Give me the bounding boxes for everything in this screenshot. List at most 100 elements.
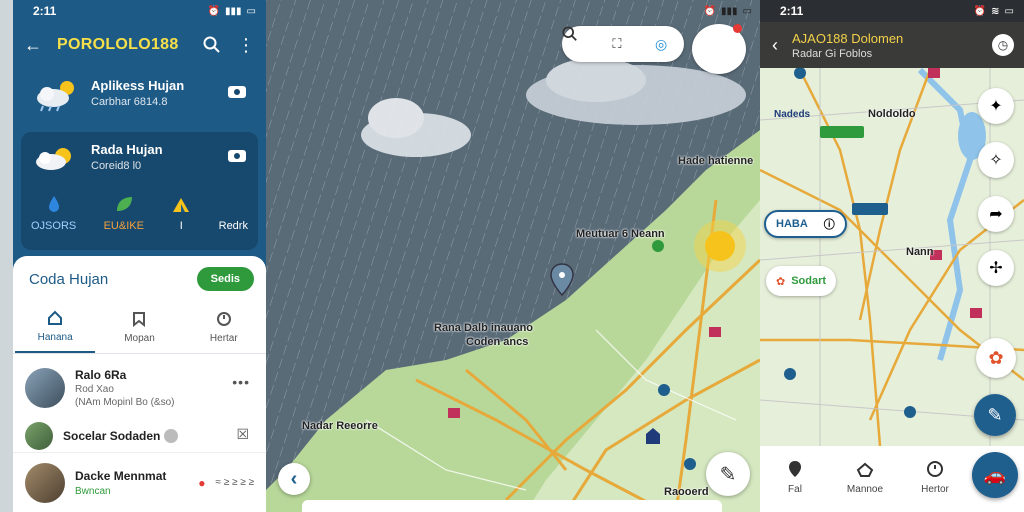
tent-icon (173, 198, 190, 212)
signal-icon: ▮▮▮ (721, 5, 738, 17)
pill-label: HABA (776, 218, 808, 230)
list-item[interactable]: Socelar Sodaden ☒ (13, 416, 266, 456)
search-icon[interactable] (202, 35, 222, 55)
action-label: Redrk (218, 220, 248, 232)
map-label: Hade hatienne (678, 155, 754, 167)
sheet-handle[interactable] (302, 500, 722, 512)
weather-card-2[interactable]: Rada Hujan Coreid8 l0 OJSORS EU&IKE I Re… (21, 132, 258, 250)
tab-label: Hertar (209, 333, 238, 344)
card-title: Aplikess Hujan (91, 78, 185, 93)
status-bar: 2:11 ⏰ ≋ ▭ (760, 0, 1024, 22)
chevron-left-icon: ‹ (290, 467, 298, 490)
tab-label: Hanana (37, 332, 73, 343)
navigate-button[interactable]: ➦ (978, 196, 1014, 232)
signal-icon: ▮▮▮ (225, 5, 242, 17)
timer-icon[interactable]: ◷ (992, 34, 1014, 56)
left-phone-screen: 2:11 ⏰ ▮▮▮ ▭ ← POROLOLO188 ⋮ Aplikess Hu… (13, 0, 266, 512)
avatar (25, 368, 65, 408)
map-label: Noldoldo (868, 108, 916, 120)
compass-icon[interactable]: ◎ (655, 36, 667, 53)
action-leaf[interactable]: EU&IKE (104, 194, 144, 232)
flower-icon: ✿ (988, 347, 1004, 368)
avatar (25, 462, 65, 503)
leaf-icon (116, 197, 132, 211)
nav-label: Mannoe (846, 484, 884, 495)
sheet-title: Coda Hujan (29, 270, 109, 288)
weather-sticker-icon[interactable] (692, 24, 746, 74)
pin-icon (789, 461, 801, 477)
battery-icon: ▭ (1004, 5, 1014, 17)
pencil-icon: ✎ (719, 463, 737, 486)
action-drop[interactable]: OJSORS (31, 194, 76, 232)
radar-icon (223, 194, 243, 214)
more-vert-icon[interactable]: ⋮ (236, 35, 256, 55)
app-bar: ← POROLOLO188 ⋮ (13, 22, 266, 68)
tab-history[interactable]: Hertar (184, 302, 264, 353)
back-arrow-icon[interactable]: ‹ (772, 35, 778, 56)
cloud-sun-icon (37, 81, 74, 112)
cloud-sun-icon (36, 148, 71, 170)
wifi-icon: ≋ (991, 5, 1000, 17)
crosshair-icon: ✢ (989, 260, 1003, 277)
app-subtitle: Radar Gi Foblos (792, 47, 873, 60)
weather-card-1[interactable]: Aplikess Hujan Carbhar 6814.8 (21, 68, 258, 126)
status-icons: ⏰ ▮▮▮ ▭ (704, 6, 752, 17)
pencil-icon: ✎ (987, 404, 1003, 425)
edit-fab[interactable]: ✎ (974, 394, 1016, 436)
card-subtitle: Carbhar 6814.8 (91, 96, 168, 108)
nav-item[interactable]: Hertor (900, 460, 970, 495)
layers-icon: ✧ (989, 152, 1003, 169)
avatar (25, 422, 53, 450)
home-icon (48, 310, 63, 325)
item-line1: Bwncan (75, 485, 111, 497)
compass-icon: ✦ (989, 98, 1003, 115)
camera-icon[interactable] (228, 86, 246, 98)
layers-button[interactable]: ✧ (978, 142, 1014, 178)
list-item[interactable]: Dacke Mennmat Bwncan ● ≈ ≥ ≥ ≥ ≥ (13, 452, 266, 512)
map-toolbar: ⛶ ◎ (562, 26, 684, 62)
app-bar: ‹ AJAO188 Dolomen Radar Gi Foblos ◷ (760, 22, 1024, 68)
direction-button[interactable]: ✦ (978, 88, 1014, 124)
item-line1: Rod Xao (75, 384, 114, 395)
action-radar[interactable]: Redrk (219, 194, 248, 232)
drop-icon (48, 196, 59, 212)
edit-button[interactable]: ✎ (706, 452, 750, 496)
camera-icon[interactable] (228, 150, 246, 162)
car-fab[interactable]: 🚗 (972, 452, 1018, 498)
back-button[interactable]: ‹ (278, 463, 310, 495)
map-tag (820, 126, 864, 138)
nav-label: Fal (788, 484, 802, 495)
place-pill[interactable]: ✿ Sodart (766, 266, 837, 296)
nav-item[interactable]: Mannoe (830, 460, 900, 495)
status-time: 2:11 (780, 4, 804, 18)
list-item[interactable]: Ralo 6Ra Rod Xao (NAm Mopinl Bo (&so) ••… (13, 360, 266, 416)
pawprint-icon[interactable]: ⛶ (612, 36, 621, 52)
map-canvas[interactable] (266, 0, 760, 512)
flower-icon: ✿ (776, 275, 786, 288)
action-label: OJSORS (31, 220, 77, 232)
item-title: Dacke Mennmat (75, 468, 167, 483)
status-time: 2:11 (33, 4, 57, 18)
back-arrow-icon[interactable]: ← (23, 35, 43, 55)
item-title: Ralo 6Ra (75, 368, 127, 382)
alarm-icon: ⏰ (207, 5, 221, 17)
sedis-button[interactable]: Sedis (196, 267, 254, 291)
tab-map[interactable]: Mopan (99, 302, 179, 353)
map-tag (852, 203, 888, 215)
layer-pill[interactable]: HABA ⓘ (764, 210, 847, 238)
nav-item[interactable]: Fal (760, 460, 830, 495)
more-horiz-icon[interactable]: ••• (232, 374, 250, 390)
tab-home[interactable]: Hanana (15, 302, 96, 353)
tab-label: Mopan (124, 333, 155, 344)
chat-icon[interactable]: ● (198, 476, 205, 490)
radar-map[interactable]: ⏰ ▮▮▮ ▭ ⛶ ◎ Hade hatienne Meutuar 6 Nean… (266, 0, 760, 512)
quick-actions: OJSORS EU&IKE I Redrk (31, 194, 248, 232)
zoom-button[interactable]: ✢ (978, 250, 1014, 286)
checkbox-icon[interactable]: ☒ (236, 426, 250, 443)
map-label: Nadeds (774, 109, 811, 120)
battery-icon: ▭ (742, 5, 752, 17)
action-tent[interactable]: I (171, 194, 191, 232)
car-icon: 🚗 (983, 464, 1007, 485)
info-icon: ⓘ (823, 219, 835, 231)
flower-button[interactable]: ✿ (976, 338, 1016, 378)
